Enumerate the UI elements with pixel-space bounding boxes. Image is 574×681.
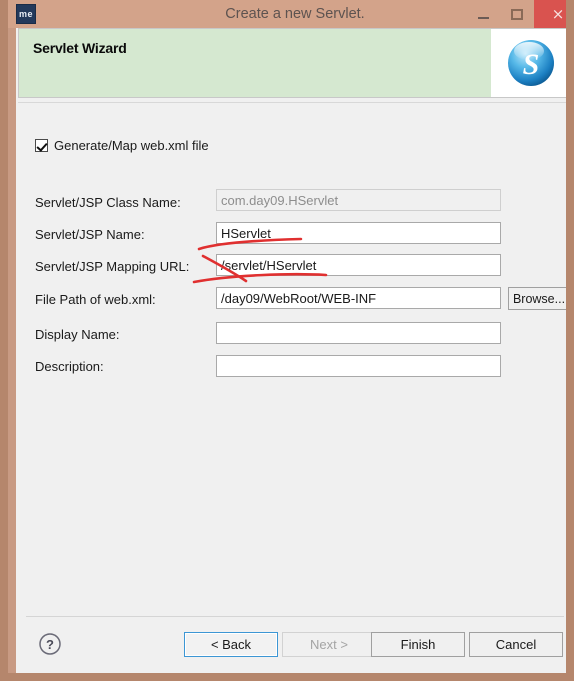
app-icon: me [16, 4, 36, 24]
close-icon: × [551, 4, 565, 23]
description-label: Description: [35, 359, 104, 374]
svg-text:S: S [523, 48, 540, 81]
banner-logo-panel: S [491, 29, 566, 97]
servlet-class-name-input [216, 189, 501, 211]
next-button: Next > [282, 632, 376, 657]
webxml-file-path-input[interactable] [216, 287, 501, 309]
maximize-button[interactable] [500, 0, 534, 28]
servlet-name-label: Servlet/JSP Name: [35, 227, 145, 242]
minimize-icon [477, 16, 489, 19]
description-input[interactable] [216, 355, 501, 377]
svg-text:?: ? [46, 637, 54, 652]
generate-webxml-label: Generate/Map web.xml file [54, 138, 209, 153]
webxml-file-path-label: File Path of web.xml: [35, 292, 156, 307]
maximize-icon [511, 8, 523, 20]
close-button[interactable]: × [534, 0, 566, 28]
minimize-button[interactable] [466, 0, 500, 28]
wizard-banner: Servlet Wizard S [18, 28, 566, 98]
generate-webxml-checkbox[interactable] [35, 139, 48, 152]
cancel-button[interactable]: Cancel [469, 632, 563, 657]
servlet-class-name-label: Servlet/JSP Class Name: [35, 195, 181, 210]
banner-separator [18, 102, 566, 103]
footer-separator [26, 616, 564, 617]
servlet-name-input[interactable] [216, 222, 501, 244]
window-titlebar: me Create a new Servlet. × [8, 0, 566, 28]
generate-webxml-row[interactable]: Generate/Map web.xml file [35, 138, 209, 153]
servlet-mapping-url-input[interactable] [216, 254, 501, 276]
browse-button[interactable]: Browse... [508, 287, 566, 310]
finish-button[interactable]: Finish [371, 632, 465, 657]
dialog-body: Servlet Wizard S Generate/Map web.xml fi… [16, 28, 566, 673]
help-icon[interactable]: ? [38, 632, 62, 656]
servlet-sphere-logo: S [508, 40, 554, 86]
servlet-wizard-window: me Create a new Servlet. × Servlet Wizar… [0, 0, 574, 681]
back-button[interactable]: < Back [184, 632, 278, 657]
wizard-banner-title: Servlet Wizard [33, 40, 127, 56]
servlet-mapping-url-label: Servlet/JSP Mapping URL: [35, 259, 190, 274]
display-name-input[interactable] [216, 322, 501, 344]
red-ink-annotations [192, 237, 328, 284]
display-name-label: Display Name: [35, 327, 120, 342]
